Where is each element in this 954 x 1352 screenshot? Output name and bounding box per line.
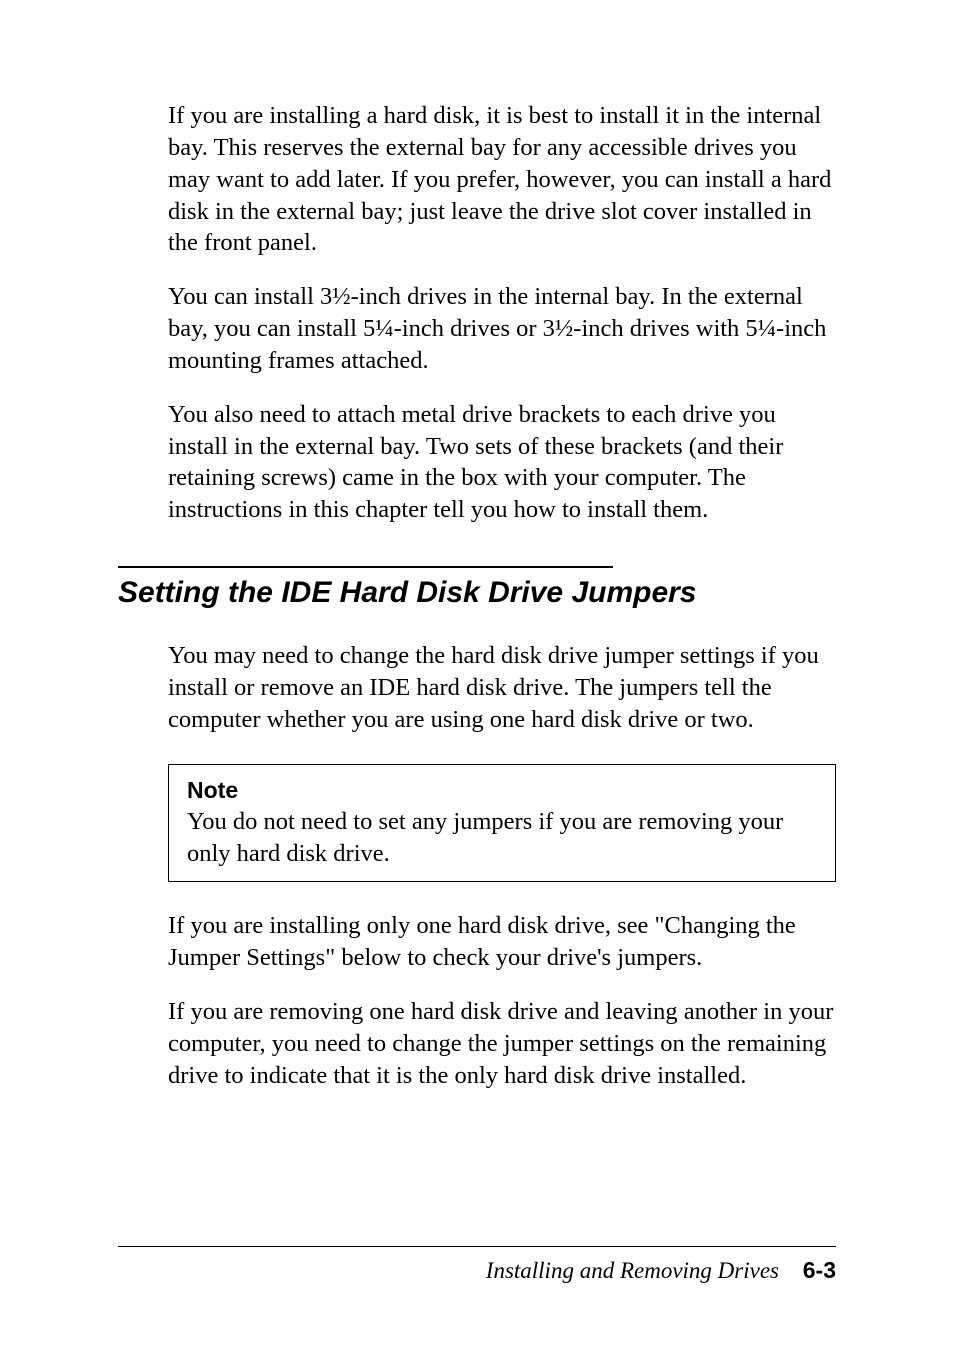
section-divider bbox=[118, 566, 613, 568]
note-title: Note bbox=[187, 777, 817, 804]
body-paragraph-3: You also need to attach metal drive brac… bbox=[168, 399, 836, 526]
page-number: 6-3 bbox=[803, 1257, 836, 1283]
body-paragraph-4: You may need to change the hard disk dri… bbox=[168, 640, 836, 736]
footer-divider bbox=[118, 1246, 836, 1247]
footer-chapter-title: Installing and Removing Drives bbox=[486, 1258, 779, 1283]
body-paragraph-6: If you are removing one hard disk drive … bbox=[168, 996, 836, 1092]
body-paragraph-2: You can install 3½-inch drives in the in… bbox=[168, 281, 836, 377]
footer-text: Installing and Removing Drives 6-3 bbox=[118, 1257, 836, 1284]
note-text: You do not need to set any jumpers if yo… bbox=[187, 806, 817, 870]
body-paragraph-1: If you are installing a hard disk, it is… bbox=[168, 100, 836, 259]
body-paragraph-5: If you are installing only one hard disk… bbox=[168, 910, 836, 974]
page-footer: Installing and Removing Drives 6-3 bbox=[118, 1246, 836, 1284]
note-box: Note You do not need to set any jumpers … bbox=[168, 764, 836, 883]
section-heading: Setting the IDE Hard Disk Drive Jumpers bbox=[118, 576, 836, 610]
